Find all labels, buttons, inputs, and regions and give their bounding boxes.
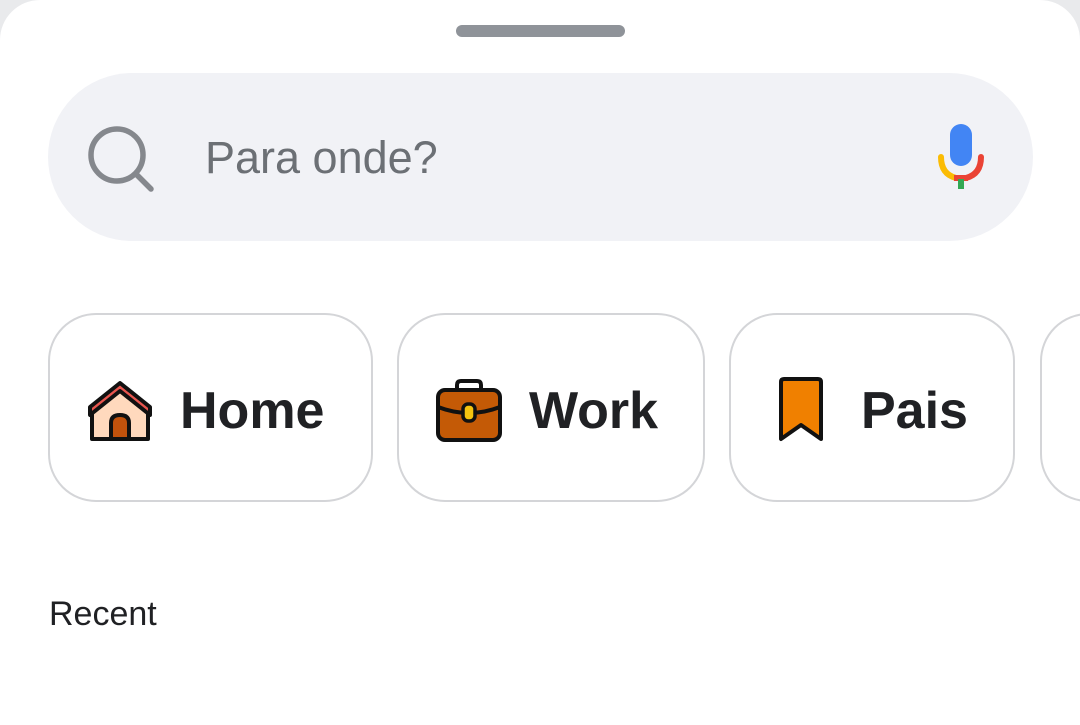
search-input[interactable]: Para onde? — [205, 128, 438, 188]
search-icon — [85, 123, 157, 195]
briefcase-icon — [435, 377, 503, 445]
chip-work[interactable]: Work — [397, 313, 705, 502]
shortcut-chips: Home Work Pais — [0, 313, 1080, 506]
chip-pais-label: Pais — [861, 382, 968, 440]
bottom-sheet: Para onde? Home Work Pais Recent — [0, 0, 1080, 725]
chip-home[interactable]: Home — [48, 313, 373, 502]
microphone-icon[interactable] — [934, 124, 988, 190]
chip-work-label: Work — [529, 382, 659, 440]
search-bar[interactable] — [48, 73, 1033, 241]
bookmark-icon — [769, 377, 837, 445]
chip-more[interactable] — [1040, 313, 1080, 502]
recent-section-title: Recent — [49, 595, 157, 633]
drag-handle[interactable] — [456, 25, 625, 37]
chip-pais[interactable]: Pais — [729, 313, 1015, 502]
chip-home-label: Home — [180, 382, 325, 440]
home-icon — [86, 377, 154, 445]
